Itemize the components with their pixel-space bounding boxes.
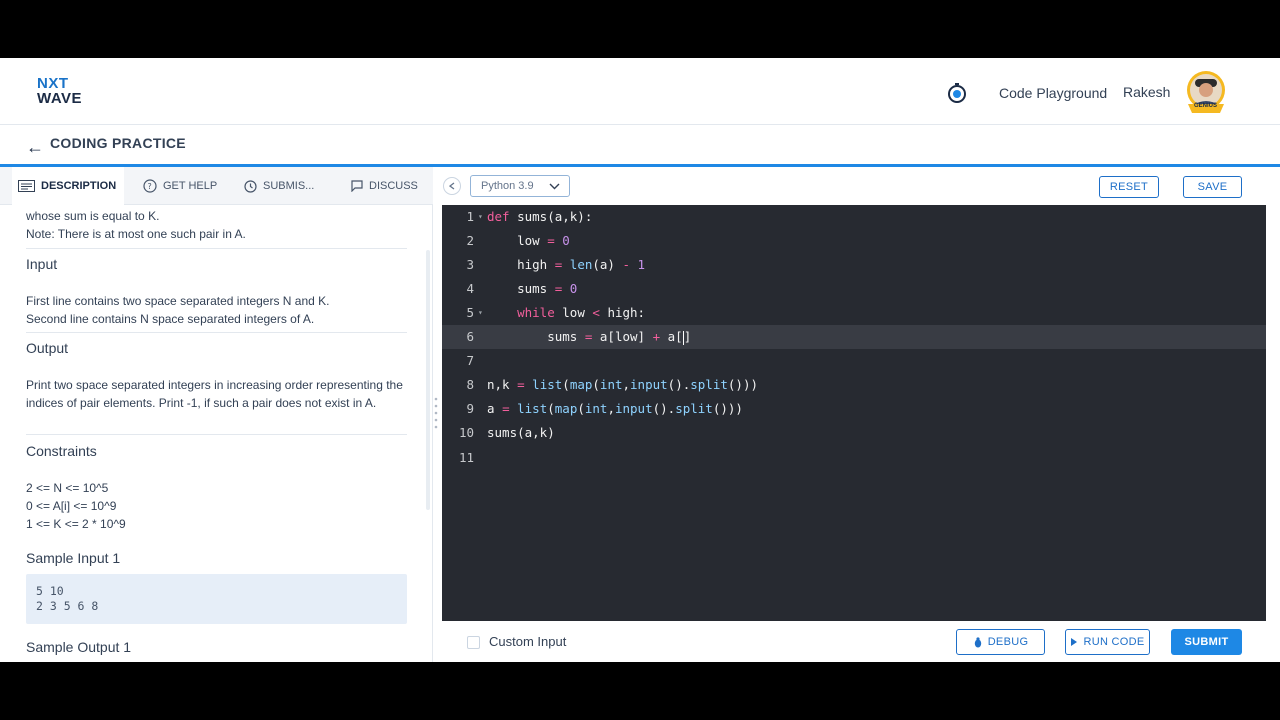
output-text: Print two space separated integers in in… — [26, 378, 403, 410]
code-line: 4 sums = 0 — [442, 277, 1266, 301]
line-number: 3 — [466, 257, 474, 272]
user-name[interactable]: Rakesh — [1123, 84, 1170, 100]
divider — [26, 332, 407, 333]
help-icon: ? — [143, 179, 157, 193]
tab-label: DESCRIPTION — [41, 180, 117, 192]
code-line: 3 high = len(a) - 1 — [442, 253, 1266, 277]
save-button[interactable]: SAVE — [1183, 176, 1242, 198]
tab-label: GET HELP — [163, 180, 218, 192]
sample-input-heading: Sample Input 1 — [26, 550, 121, 566]
input-line-1: First line contains two space separated … — [26, 294, 330, 308]
nxtwave-logo[interactable]: NXT WAVE — [37, 76, 93, 108]
constraints-heading: Constraints — [26, 443, 97, 459]
tab-discuss[interactable]: DISCUSS — [345, 167, 425, 205]
custom-input-label[interactable]: Custom Input — [489, 634, 566, 649]
line-number: 10 — [458, 425, 474, 440]
sample-output-heading: Sample Output 1 — [26, 639, 132, 655]
divider — [26, 248, 407, 249]
line-number: 9 — [466, 401, 474, 416]
line-number: 4 — [466, 281, 474, 296]
code-line: 7 — [442, 349, 1266, 373]
intro-line-1: whose sum is equal to K. — [26, 209, 160, 223]
svg-text:?: ? — [148, 182, 152, 191]
line-number: 2 — [466, 233, 474, 248]
top-navbar: NXT WAVE Code Playground Rakesh GENIUS — [0, 58, 1280, 125]
divider — [26, 434, 407, 435]
back-arrow-icon[interactable]: ← — [26, 137, 44, 158]
fold-arrow-icon[interactable]: ▾ — [478, 301, 483, 325]
custom-input-checkbox[interactable] — [467, 636, 480, 649]
problem-tabs: DESCRIPTION ? GET HELP SUBMIS... DISCUSS — [0, 167, 433, 205]
clock-icon — [244, 179, 257, 193]
bug-icon — [974, 636, 981, 647]
intro-line-2: Note: There is at most one such pair in … — [26, 227, 246, 241]
description-icon — [18, 180, 35, 192]
debug-button[interactable]: DEBUG — [956, 629, 1045, 655]
logo-line-1: NXT — [37, 75, 69, 92]
reset-button[interactable]: RESET — [1099, 176, 1159, 198]
input-heading: Input — [26, 256, 58, 272]
code-playground-link[interactable]: Code Playground — [999, 85, 1107, 101]
tab-description[interactable]: DESCRIPTION — [12, 167, 124, 205]
run-code-label: RUN CODE — [1083, 636, 1145, 648]
chevron-left-icon — [449, 182, 455, 190]
debug-label: DEBUG — [987, 636, 1029, 648]
tab-submissions[interactable]: SUBMIS... — [238, 167, 328, 205]
avatar[interactable]: GENIUS — [1180, 70, 1232, 116]
input-line-2: Second line contains N space separated i… — [26, 312, 315, 326]
tab-label: SUBMIS... — [263, 180, 315, 192]
page-subheader: ← CODING PRACTICE — [0, 125, 1280, 165]
language-select[interactable]: Python 3.9 — [470, 175, 570, 197]
tab-label: DISCUSS — [369, 180, 418, 192]
sample-input-box: 5 10 2 3 5 6 8 — [26, 574, 407, 624]
code-line: 1 ▾ def sums(a,k): — [442, 205, 1266, 229]
line-number: 5 — [466, 305, 474, 320]
line-number: 6 — [466, 329, 474, 344]
logo-line-2: WAVE — [37, 90, 83, 107]
play-icon — [1071, 638, 1078, 646]
chat-icon — [351, 180, 363, 192]
editor-toolbar: Python 3.9 RESET SAVE — [433, 167, 1280, 205]
app-window: NXT WAVE Code Playground Rakesh GENIUS ←… — [0, 58, 1280, 662]
collapse-panel-button[interactable] — [443, 177, 461, 195]
page-title: CODING PRACTICE — [50, 135, 186, 151]
text-cursor — [682, 330, 684, 345]
panel-resize-handle[interactable] — [434, 396, 438, 430]
code-line: 2 low = 0 — [442, 229, 1266, 253]
constraint-3: 1 <= K <= 2 * 10^9 — [26, 517, 126, 531]
run-code-button[interactable]: RUN CODE — [1065, 629, 1150, 655]
constraint-2: 0 <= A[i] <= 10^9 — [26, 499, 117, 513]
avatar-badge-text: GENIUS — [1194, 103, 1218, 109]
code-line: 11 — [442, 446, 1266, 470]
sample-input-line-2: 2 3 5 6 8 — [36, 599, 99, 613]
tab-get-help[interactable]: ? GET HELP — [137, 167, 227, 205]
fold-arrow-icon[interactable]: ▾ — [478, 205, 483, 229]
language-value: Python 3.9 — [481, 180, 534, 192]
line-number: 8 — [466, 377, 474, 392]
code-line: 8 n,k = list(map(int,input().split())) — [442, 373, 1266, 397]
submit-button[interactable]: SUBMIT — [1171, 629, 1242, 655]
code-line: 10 sums(a,k) — [442, 421, 1266, 445]
line-number: 1 — [466, 209, 474, 224]
editor-action-bar: Custom Input DEBUG RUN CODE SUBMIT — [433, 621, 1280, 662]
problem-description[interactable]: whose sum is equal to K. Note: There is … — [0, 205, 433, 662]
code-editor[interactable]: 1 ▾ def sums(a,k): 2 low = 0 3 high = le… — [442, 205, 1266, 621]
code-line: 5 ▾ while low < high: — [442, 301, 1266, 325]
chevron-down-icon — [549, 183, 560, 190]
sample-input-line-1: 5 10 — [36, 584, 64, 598]
line-number: 11 — [458, 450, 474, 465]
code-line-active: 6 sums = a[low] + a[] — [442, 325, 1266, 349]
line-number: 7 — [466, 353, 474, 368]
constraint-1: 2 <= N <= 10^5 — [26, 481, 109, 495]
description-scrollbar[interactable] — [426, 250, 430, 510]
code-line: 9 a = list(map(int,input().split())) — [442, 397, 1266, 421]
output-heading: Output — [26, 340, 69, 356]
stopwatch-icon[interactable] — [946, 82, 968, 104]
